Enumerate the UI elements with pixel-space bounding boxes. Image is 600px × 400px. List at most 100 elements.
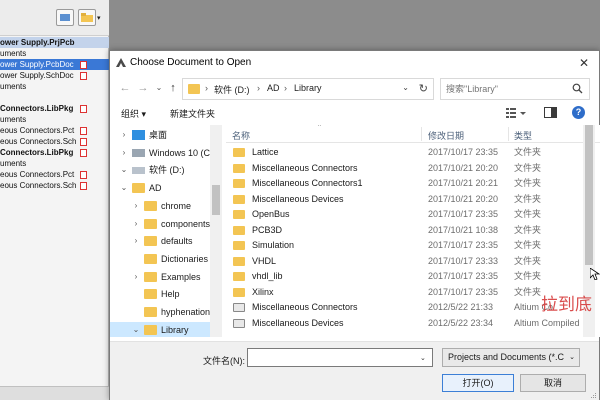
nav-tree-item[interactable]: › 桌面 (110, 127, 222, 143)
file-row[interactable]: Miscellaneous Devices 2017/10/21 20:20 文件夹 (226, 192, 586, 207)
file-row[interactable]: Miscellaneous Connectors1 2017/10/21 20:2… (226, 176, 586, 191)
chevron-down-icon[interactable]: ⌄ (120, 180, 128, 196)
chevron-right-icon[interactable]: › (132, 233, 140, 249)
project-tree-item-label: ower Supply.SchDoc (0, 71, 74, 80)
search-icon[interactable] (572, 83, 583, 94)
nav-tree-item[interactable]: › components (110, 216, 222, 232)
forward-button[interactable]: → (136, 81, 150, 95)
project-tree-item[interactable]: eous Connectors.Sch (0, 136, 109, 147)
address-bar[interactable]: › 软件 (D:) › AD › Library ⌄ ↻ (182, 78, 434, 100)
open-button[interactable]: 打开(O) (442, 374, 514, 392)
document-icon (80, 127, 87, 135)
preview-pane-button[interactable] (544, 107, 557, 118)
file-row[interactable]: PCB3D 2017/10/21 10:38 文件夹 (226, 223, 586, 238)
project-tree-item[interactable]: eous Connectors.Pct (0, 125, 109, 136)
back-button[interactable]: ← (118, 81, 132, 95)
chevron-right-icon[interactable]: › (120, 145, 128, 161)
project-folder-button[interactable] (78, 9, 96, 26)
nav-tree-item-label: chrome (161, 200, 192, 211)
project-tree-item[interactable]: eous Connectors.Sch (0, 180, 109, 191)
file-row[interactable]: Miscellaneous Devices 2012/5/22 23:34 Alti… (226, 316, 586, 331)
file-row[interactable]: Simulation 2017/10/17 23:35 文件夹 (226, 238, 586, 253)
document-icon (80, 72, 87, 80)
resize-grip-icon[interactable] (589, 391, 597, 399)
organize-button[interactable]: 组织 ▾ (121, 107, 146, 120)
recent-locations-button[interactable]: ⌄ (152, 81, 166, 95)
file-list-scroll-thumb[interactable] (585, 125, 593, 265)
chevron-right-icon[interactable]: › (120, 127, 128, 143)
chevron-down-icon[interactable]: ⌄ (120, 162, 128, 178)
column-divider[interactable] (421, 127, 422, 141)
nav-tree-item[interactable]: ⌄ Library (110, 321, 222, 337)
breadcrumb-library[interactable]: Library (294, 83, 322, 93)
cancel-button[interactable]: 取消 (520, 374, 586, 392)
nav-tree-item-label: Examples (161, 271, 201, 282)
file-row[interactable]: OpenBus 2017/10/17 23:35 文件夹 (226, 207, 586, 222)
address-dropdown-icon[interactable]: ⌄ (402, 83, 409, 92)
column-header-name[interactable]: 名称 (232, 129, 250, 142)
file-type: 文件夹 (514, 162, 542, 173)
project-tree-item[interactable]: ower Supply.SchDoc (0, 70, 109, 81)
column-header-date[interactable]: 修改日期 (428, 129, 464, 142)
file-modified-date: 2017/10/21 20:21 (428, 178, 499, 188)
nav-tree-item[interactable]: Dictionaries (110, 251, 222, 267)
refresh-button[interactable]: ↻ (419, 82, 428, 95)
breadcrumb-ad[interactable]: AD (267, 83, 280, 93)
filename-input[interactable] (247, 348, 433, 367)
file-row[interactable]: Lattice 2017/10/17 23:35 文件夹 (226, 145, 586, 160)
up-button[interactable]: ↑ (166, 81, 180, 95)
chevron-right-icon[interactable]: › (132, 216, 140, 232)
navigation-scroll-thumb[interactable] (212, 185, 220, 215)
project-tree-item[interactable]: ower Supply.PrjPcb (0, 37, 109, 48)
chevron-down-icon[interactable]: ⌄ (132, 322, 140, 337)
project-tree-item-label: ower Supply.PcbDoc (0, 60, 74, 69)
nav-tree-item[interactable]: › Examples (110, 269, 222, 285)
nav-tree-item[interactable]: › defaults (110, 233, 222, 249)
file-row[interactable]: Xilinx 2017/10/17 23:35 文件夹 (226, 285, 586, 300)
folder-icon (144, 307, 157, 317)
chevron-right-icon[interactable]: › (132, 269, 140, 285)
project-tree-item-label: eous Connectors.Sch (0, 137, 77, 146)
folder-icon (233, 241, 245, 250)
document-icon (80, 61, 87, 69)
column-divider[interactable] (508, 127, 509, 141)
file-row[interactable]: Miscellaneous Connectors 2017/10/21 20:20… (226, 161, 586, 176)
file-row[interactable]: Miscellaneous Connectors 2012/5/22 21:33 A… (226, 300, 586, 315)
project-tree-item[interactable]: uments (0, 81, 109, 92)
file-type: 文件夹 (514, 255, 542, 266)
sort-ascending-icon: ^ (318, 125, 321, 130)
chevron-right-icon[interactable]: › (132, 198, 140, 214)
nav-tree-item[interactable]: ⌄ 软件 (D:) (110, 162, 222, 178)
filename-dropdown-icon[interactable]: ⌄ (420, 354, 426, 362)
nav-tree-item[interactable]: › chrome (110, 198, 222, 214)
search-input[interactable] (446, 82, 568, 96)
help-button[interactable]: ? (572, 106, 585, 119)
search-box[interactable] (440, 78, 590, 100)
file-row[interactable]: vhdl_lib 2017/10/17 23:35 文件夹 (226, 269, 586, 284)
folder-icon (233, 210, 245, 219)
file-row[interactable]: VHDL 2017/10/17 23:33 文件夹 (226, 254, 586, 269)
chevron-down-icon[interactable]: ▾ (97, 14, 101, 22)
breadcrumb-drive-d[interactable]: 软件 (D:) (214, 83, 250, 96)
nav-tree-item[interactable]: ⌄ AD (110, 180, 222, 196)
nav-tree-item[interactable]: hyphenation (110, 304, 222, 320)
navigation-scrollbar[interactable] (210, 125, 222, 337)
close-button[interactable]: ✕ (569, 51, 599, 75)
project-tree-item[interactable]: eous Connectors.Pct (0, 169, 109, 180)
nav-tree-item[interactable]: Help (110, 286, 222, 302)
project-tree-item[interactable]: uments (0, 114, 109, 125)
project-tree-item[interactable] (0, 92, 109, 103)
project-tree-item[interactable]: Connectors.LibPkg (0, 147, 109, 158)
nav-tree-item[interactable]: › Windows 10 (C (110, 145, 222, 161)
project-tree-item[interactable]: ower Supply.PcbDoc (0, 59, 109, 70)
column-header-type[interactable]: 类型 (514, 129, 532, 142)
new-folder-button[interactable]: 新建文件夹 (170, 107, 215, 120)
folder-icon (233, 194, 245, 204)
view-options-button[interactable] (505, 107, 527, 119)
project-tree-item[interactable]: Connectors.LibPkg (0, 103, 109, 114)
file-type-select[interactable]: Projects and Documents (*.C ⌄ (442, 348, 580, 367)
project-tree-item[interactable]: uments (0, 48, 109, 59)
project-options-button[interactable] (56, 9, 74, 26)
mouse-cursor-icon (590, 268, 600, 280)
project-tree-item[interactable]: uments (0, 158, 109, 169)
